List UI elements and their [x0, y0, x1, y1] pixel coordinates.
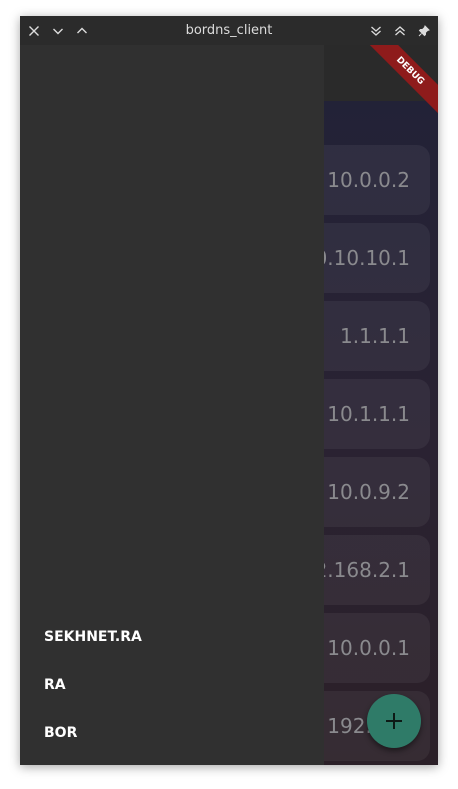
- list-item-value: 10.1.1.1: [327, 402, 410, 426]
- list-item-value: 10.0.0.1: [327, 636, 410, 660]
- pin-icon[interactable]: [412, 16, 436, 45]
- plus-icon: [386, 713, 402, 729]
- double-chevron-down-icon[interactable]: [364, 16, 388, 45]
- drawer-item-ra[interactable]: RA: [44, 673, 66, 697]
- drawer-item-bor[interactable]: BOR: [44, 721, 77, 745]
- list-item-value: 10.0.0.2: [327, 168, 410, 192]
- app-window: bordns_client 10.0.0.2 10.10.10.1 1.1.1.…: [20, 16, 438, 765]
- double-chevron-up-icon[interactable]: [388, 16, 412, 45]
- list-item-value: 10.0.9.2: [327, 480, 410, 504]
- title-bar: bordns_client: [20, 16, 438, 45]
- navigation-drawer: SEKHNET.RA RA BOR: [20, 45, 324, 765]
- add-button[interactable]: [367, 694, 421, 748]
- drawer-item-sekhnet-ra[interactable]: SEKHNET.RA: [44, 625, 142, 649]
- list-item-value: 1.1.1.1: [340, 324, 410, 348]
- app-content: 10.0.0.2 10.10.10.1 1.1.1.1 10.1.1.1 10.…: [20, 45, 438, 765]
